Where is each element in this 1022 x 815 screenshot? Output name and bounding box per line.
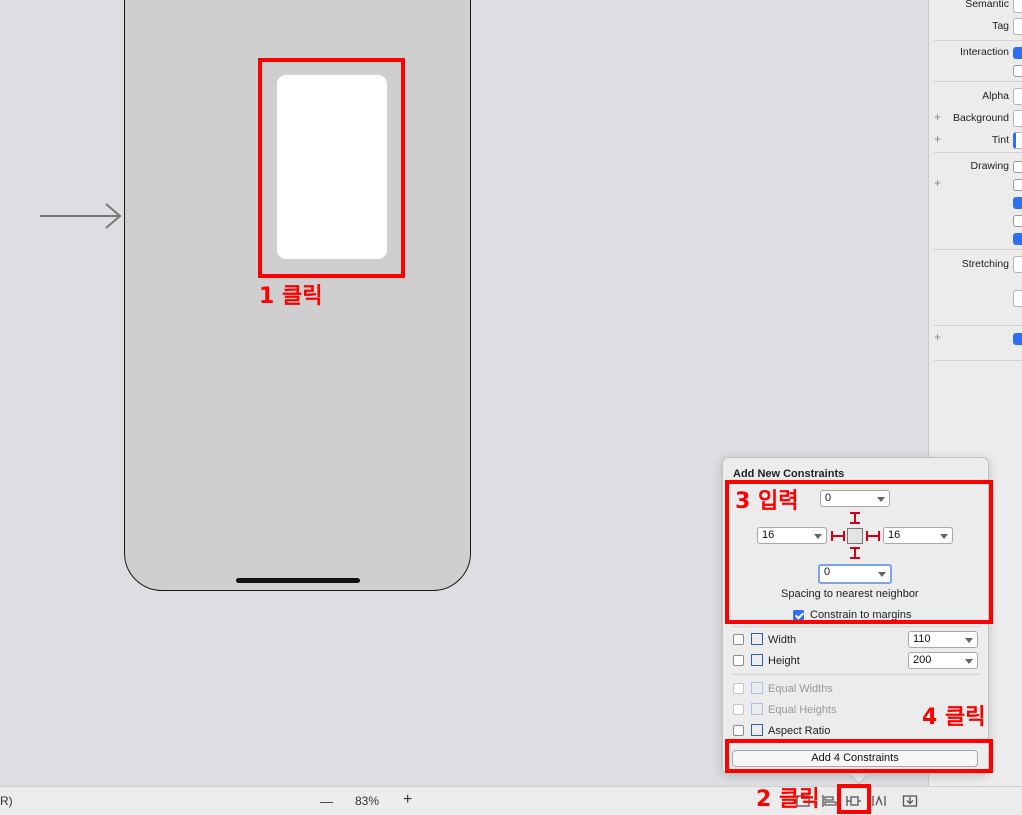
user-interaction-checkbox[interactable] [1013, 47, 1022, 59]
equal-widths-label: Equal Widths [768, 683, 833, 695]
stretching-row: Stretching [929, 256, 1022, 274]
multiple-touch-row [929, 62, 1022, 80]
installed-checkbox[interactable] [1013, 333, 1022, 345]
semantic-popup[interactable] [1013, 0, 1022, 13]
home-indicator [236, 578, 360, 583]
annotation-step1: 1 클릭 [259, 284, 323, 309]
hidden-checkbox[interactable] [1013, 179, 1022, 191]
tint-color-well[interactable] [1013, 132, 1022, 149]
annotation-box-step2 [837, 784, 871, 814]
autoresize-row [929, 230, 1022, 248]
aspect-ratio-icon [751, 724, 763, 736]
stretching-label: Stretching [961, 258, 1009, 270]
semantic-row: Semantic [929, 0, 1022, 14]
drawing-row: Drawing [929, 158, 1022, 176]
divider [934, 249, 1022, 250]
device-config-label[interactable]: R) [0, 794, 13, 808]
annotation-step3: 3 입력 [735, 489, 799, 514]
tint-row: + Tint [929, 132, 1022, 150]
stretching-x-field[interactable] [1013, 256, 1022, 273]
hidden-row: + [929, 176, 1022, 194]
clears-graphics-context-checkbox[interactable] [1013, 197, 1022, 209]
height-constraint-icon [751, 654, 763, 666]
add-variation-icon[interactable]: + [934, 176, 941, 190]
aspect-ratio-label: Aspect Ratio [768, 725, 831, 737]
stretching-width-field[interactable] [1013, 290, 1022, 307]
entry-point-arrow-icon [40, 203, 122, 229]
tag-row: Tag [929, 18, 1022, 36]
divider [731, 674, 981, 675]
equal-widths-icon [751, 682, 763, 694]
interaction-label: Interaction [959, 46, 1009, 58]
chevron-down-icon [965, 638, 973, 643]
clip-to-bounds-checkbox[interactable] [1013, 215, 1022, 227]
clears-context-row [929, 194, 1022, 212]
embed-in-icon[interactable] [902, 793, 918, 809]
alpha-row: Alpha [929, 88, 1022, 106]
aspect-ratio-checkbox[interactable] [733, 725, 744, 736]
clip-bounds-row [929, 212, 1022, 230]
equal-heights-label: Equal Heights [768, 704, 837, 716]
height-value-field[interactable]: 200 [908, 652, 978, 669]
annotation-box-step1 [258, 58, 405, 278]
installed-row: + [929, 330, 1022, 348]
popover-title: Add New Constraints [733, 468, 845, 480]
height-checkbox[interactable] [733, 655, 744, 666]
add-variation-icon[interactable]: + [934, 330, 941, 344]
annotation-step2: 2 클릭 [756, 787, 820, 812]
stretching-h-row [929, 290, 1022, 308]
alpha-field[interactable] [1013, 88, 1022, 105]
height-label: Height [768, 655, 800, 667]
equal-heights-checkbox[interactable] [733, 704, 744, 715]
equal-widths-checkbox[interactable] [733, 683, 744, 694]
interaction-row: Interaction [929, 44, 1022, 62]
zoom-level: 83% [355, 794, 380, 808]
add-variation-icon[interactable]: + [934, 132, 941, 146]
width-checkbox[interactable] [733, 634, 744, 645]
annotation-step4: 4 클릭 [922, 705, 986, 730]
semantic-label: Semantic [965, 0, 1009, 10]
align-constraints-icon[interactable] [821, 793, 837, 809]
divider [731, 626, 981, 627]
alpha-label: Alpha [982, 90, 1009, 102]
equal-heights-icon [751, 703, 763, 715]
width-constraint-icon [751, 633, 763, 645]
tint-label: Tint [991, 134, 1009, 146]
divider [934, 81, 1022, 82]
zoom-in-button[interactable]: + [403, 791, 412, 809]
resolve-auto-layout-issues-icon[interactable] [871, 793, 887, 809]
opaque-checkbox[interactable] [1013, 161, 1022, 173]
divider [934, 325, 1022, 326]
multiple-touch-checkbox[interactable] [1013, 65, 1022, 77]
tag-label: Tag [992, 20, 1009, 32]
divider [934, 360, 1022, 361]
autoresize-subviews-checkbox[interactable] [1013, 233, 1022, 245]
divider [934, 152, 1022, 153]
background-label: Background [952, 112, 1009, 124]
add-variation-icon[interactable]: + [934, 110, 941, 124]
drawing-label: Drawing [970, 160, 1009, 172]
background-color-well[interactable] [1013, 110, 1022, 127]
background-row: + Background [929, 110, 1022, 128]
divider [934, 40, 1022, 41]
chevron-down-icon [965, 659, 973, 664]
width-label: Width [768, 634, 797, 646]
height-value: 200 [913, 654, 932, 666]
width-value: 110 [913, 633, 931, 645]
zoom-out-button[interactable]: — [320, 794, 333, 809]
annotation-box-step4 [725, 739, 993, 773]
tag-field[interactable] [1013, 18, 1022, 35]
width-value-field[interactable]: 110 [908, 631, 978, 648]
